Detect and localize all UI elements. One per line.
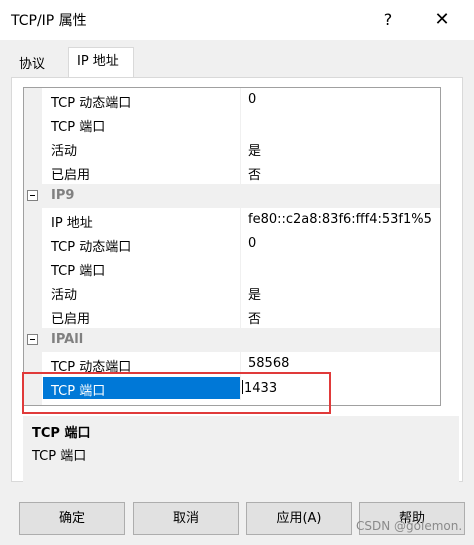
property-name: TCP 端口 xyxy=(51,264,106,279)
category-ip9[interactable]: IP9 xyxy=(42,184,440,208)
close-icon[interactable]: ✕ xyxy=(424,6,460,34)
property-row[interactable]: 活动 是 xyxy=(42,280,440,304)
property-value: 是 xyxy=(248,144,262,159)
property-value: 否 xyxy=(248,168,262,183)
red-highlight-annotation xyxy=(22,372,331,414)
help-icon[interactable]: ? xyxy=(370,6,406,34)
tab-panel: TCP 动态端口 0 TCP 端口 活动 是 已启用 否 IP9 IP 地址 f… xyxy=(11,77,463,482)
window-title: TCP/IP 属性 xyxy=(11,13,87,29)
property-value: 0 xyxy=(248,236,257,251)
property-name: TCP 动态端口 xyxy=(51,96,132,111)
description-text: TCP 端口 xyxy=(32,449,87,464)
tab-ip-address[interactable]: IP 地址 xyxy=(68,47,134,78)
category-label: IP9 xyxy=(51,188,75,203)
cancel-button[interactable]: 取消 xyxy=(133,502,239,535)
property-grid: TCP 动态端口 0 TCP 端口 活动 是 已启用 否 IP9 IP 地址 f… xyxy=(23,87,441,406)
title-bar: TCP/IP 属性 ? ✕ xyxy=(0,0,474,40)
property-row[interactable]: TCP 端口 xyxy=(42,256,440,280)
category-label: IPAll xyxy=(51,332,84,347)
property-name: TCP 端口 xyxy=(51,120,106,135)
property-value: 58568 xyxy=(248,356,290,371)
property-row[interactable]: TCP 端口 xyxy=(42,112,440,136)
category-ipall[interactable]: IPAll xyxy=(42,328,440,352)
grid-gutter xyxy=(24,88,42,405)
property-value: 是 xyxy=(248,288,262,303)
property-row[interactable]: TCP 动态端口 0 xyxy=(42,88,440,112)
collapse-toggle-icon[interactable] xyxy=(27,190,38,201)
property-row[interactable]: 已启用 否 xyxy=(42,304,440,328)
description-title: TCP 端口 xyxy=(32,426,91,441)
property-name: IP 地址 xyxy=(51,216,93,231)
tab-protocol[interactable]: 协议 xyxy=(11,52,53,79)
property-value: 0 xyxy=(248,92,257,107)
property-name: 已启用 xyxy=(51,168,91,183)
property-value: fe80::c2a8:83f6:fff4:53f1%5 xyxy=(248,212,432,227)
ok-button[interactable]: 确定 xyxy=(19,502,125,535)
property-name: 活动 xyxy=(51,288,78,303)
property-row[interactable]: 活动 是 xyxy=(42,136,440,160)
property-value: 否 xyxy=(248,312,262,327)
collapse-toggle-icon[interactable] xyxy=(27,334,38,345)
property-row[interactable]: IP 地址 fe80::c2a8:83f6:fff4:53f1%5 xyxy=(42,208,440,232)
property-name: 活动 xyxy=(51,144,78,159)
property-row[interactable]: 已启用 否 xyxy=(42,160,440,184)
apply-button[interactable]: 应用(A) xyxy=(246,502,352,535)
watermark: CSDN @golemon. xyxy=(356,519,463,533)
description-pane: TCP 端口 TCP 端口 xyxy=(23,416,459,482)
property-name: TCP 动态端口 xyxy=(51,240,132,255)
property-row[interactable]: TCP 动态端口 0 xyxy=(42,232,440,256)
property-name: 已启用 xyxy=(51,312,91,327)
